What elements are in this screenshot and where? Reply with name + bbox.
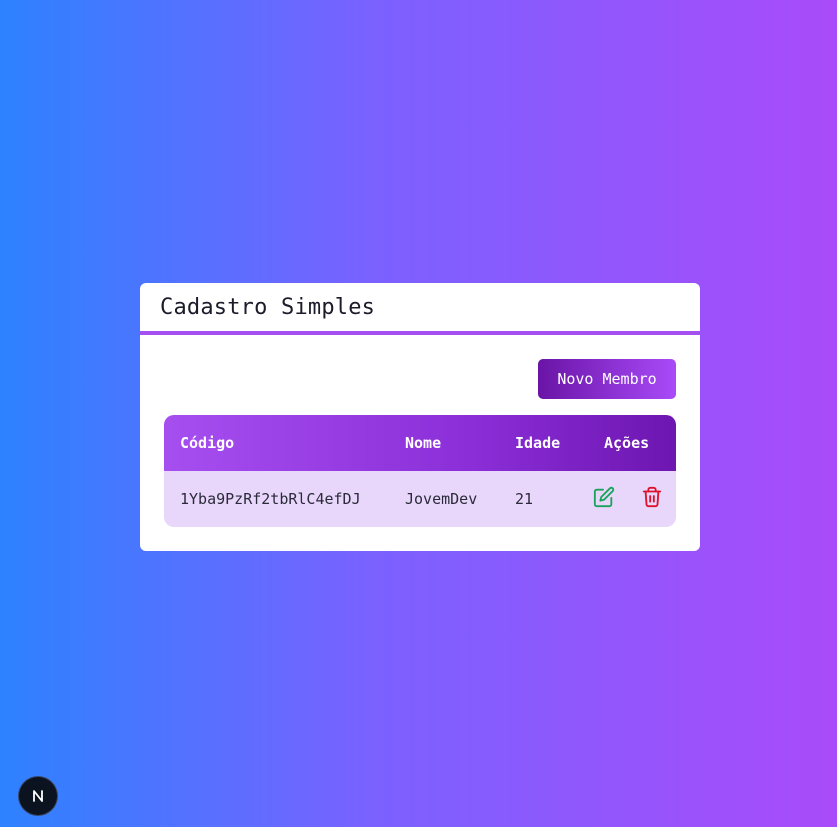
cell-codigo: 1Yba9PzRf2tbRlC4efDJ	[180, 490, 361, 508]
nextjs-n-glyph	[33, 790, 43, 802]
table-row: 1Yba9PzRf2tbRlC4efDJ JovemDev 21	[164, 471, 676, 527]
new-member-button[interactable]: Novo Membro	[538, 359, 676, 399]
page-title: Cadastro Simples	[160, 294, 376, 320]
edit-icon[interactable]	[592, 485, 616, 509]
table-header: Código Nome Idade Ações	[164, 415, 676, 471]
trash-icon[interactable]	[640, 485, 664, 509]
members-table: Código Nome Idade Ações 1Yba9PzRf2tbRlC4…	[164, 415, 676, 527]
header-acoes: Ações	[604, 434, 650, 452]
register-card: Cadastro Simples Novo Membro Código Nome…	[140, 283, 700, 551]
cell-idade: 21	[515, 490, 534, 508]
header-nome: Nome	[405, 434, 442, 452]
nextjs-logo-icon[interactable]	[19, 777, 57, 815]
card-header: Cadastro Simples	[140, 283, 700, 335]
cell-nome: JovemDev	[405, 490, 478, 508]
header-idade: Idade	[515, 434, 561, 452]
header-codigo: Código	[180, 434, 235, 452]
